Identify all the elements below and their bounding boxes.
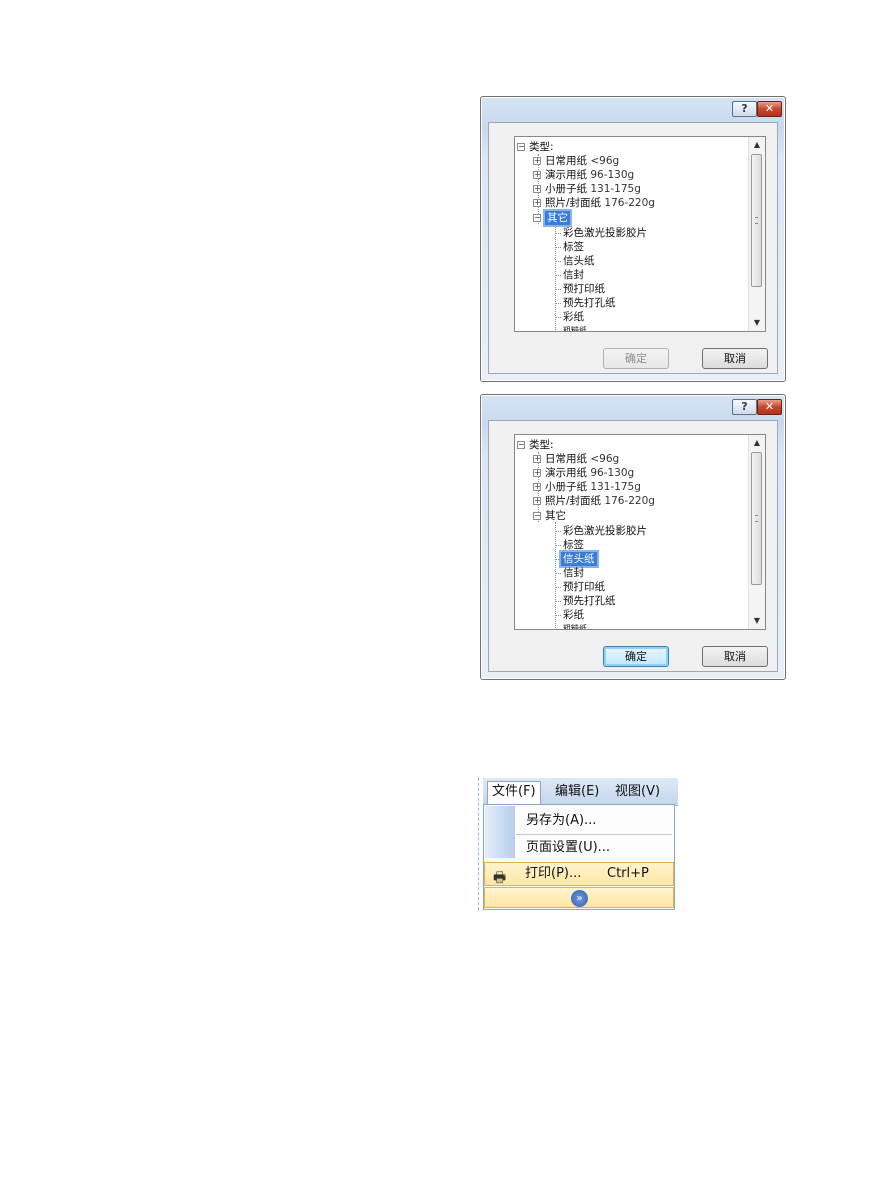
cancel-button[interactable]: 取消 bbox=[702, 348, 768, 369]
menu-view[interactable]: 视图(V) bbox=[611, 782, 664, 802]
scroll-down-icon[interactable]: ▼ bbox=[749, 315, 765, 331]
paper-type-name: 日常用纸 bbox=[545, 155, 587, 167]
scroll-up-icon[interactable]: ▲ bbox=[749, 435, 765, 451]
expand-icon[interactable]: + bbox=[533, 199, 541, 207]
paper-type-weight: <96g bbox=[590, 155, 620, 167]
tree-root-label: 类型: bbox=[529, 141, 554, 153]
collapse-icon[interactable]: − bbox=[533, 214, 541, 222]
title-bar: ? ✕ bbox=[481, 395, 785, 419]
ok-button[interactable]: 确定 bbox=[603, 646, 669, 667]
paper-type-name: 演示用纸 bbox=[545, 467, 587, 479]
cancel-button[interactable]: 取消 bbox=[702, 646, 768, 667]
paper-type-weight: 96-130g bbox=[590, 169, 635, 181]
menu-item-print-label: 打印(P)... bbox=[525, 866, 582, 881]
dialog-panel: − 类型: + 日常用纸 <96g + 演示用纸 96-130g + 小册子纸 … bbox=[488, 420, 778, 672]
paper-type-name: 演示用纸 bbox=[545, 169, 587, 181]
menu-separator bbox=[516, 834, 672, 835]
paper-type-weight: 176-220g bbox=[604, 495, 655, 507]
menu-item-page-setup[interactable]: 页面设置(U)... bbox=[526, 837, 610, 859]
file-dropdown: 另存为(A)... 页面设置(U)... 🖶 打印(P)... Ctrl+P » bbox=[483, 804, 675, 910]
menu-edge-divider bbox=[478, 778, 479, 910]
menu-item-print[interactable]: 🖶 打印(P)... Ctrl+P bbox=[484, 862, 674, 886]
paper-type-name: 日常用纸 bbox=[545, 453, 587, 465]
file-menu: 文件(F) 编辑(E) 视图(V) 另存为(A)... 页面设置(U)... 🖶… bbox=[483, 778, 678, 910]
scroll-up-icon[interactable]: ▲ bbox=[749, 137, 765, 153]
paper-type-name: 小册子纸 bbox=[545, 183, 587, 195]
collapse-icon[interactable]: − bbox=[533, 512, 541, 520]
paper-type-weight: 176-220g bbox=[604, 197, 655, 209]
paper-type-name: 照片/封面纸 bbox=[545, 197, 602, 209]
close-button[interactable]: ✕ bbox=[757, 101, 782, 117]
expand-icon[interactable]: + bbox=[533, 171, 541, 179]
print-shortcut: Ctrl+P bbox=[607, 866, 649, 881]
paper-type-dialog-1: ? ✕ − 类型: + 日常用纸 <96g + 演示用纸 96-130g + 小… bbox=[480, 96, 786, 382]
scroll-down-icon[interactable]: ▼ bbox=[749, 613, 765, 629]
paper-type-weight: 96-130g bbox=[590, 467, 635, 479]
paper-type-weight: 131-175g bbox=[590, 183, 641, 195]
tree-root-label: 类型: bbox=[529, 439, 554, 451]
help-button[interactable]: ? bbox=[732, 101, 757, 117]
paper-type-dialog-2: ? ✕ − 类型: + 日常用纸 <96g + 演示用纸 96-130g + 小… bbox=[480, 394, 786, 680]
dialog-panel: − 类型: + 日常用纸 <96g + 演示用纸 96-130g + 小册子纸 … bbox=[488, 122, 778, 374]
menu-edit[interactable]: 编辑(E) bbox=[551, 782, 603, 802]
paper-type-tree[interactable]: − 类型: + 日常用纸 <96g + 演示用纸 96-130g + 小册子纸 … bbox=[514, 136, 766, 332]
menu-icon-gutter bbox=[485, 806, 515, 858]
expand-icon[interactable]: + bbox=[533, 185, 541, 193]
tree-other-label-selected: 其它 bbox=[543, 209, 572, 227]
paper-type-weight: 131-175g bbox=[590, 481, 641, 493]
menu-item-save-as[interactable]: 另存为(A)... bbox=[526, 810, 596, 832]
paper-type-name: 照片/封面纸 bbox=[545, 495, 602, 507]
expand-icon[interactable]: + bbox=[533, 455, 541, 463]
paper-type-tree[interactable]: − 类型: + 日常用纸 <96g + 演示用纸 96-130g + 小册子纸 … bbox=[514, 434, 766, 630]
tree-scrollbar[interactable]: ▲ ▼ bbox=[748, 137, 765, 331]
paper-type-weight: <96g bbox=[590, 453, 620, 465]
menu-expand-more[interactable]: » bbox=[484, 887, 674, 908]
menu-file[interactable]: 文件(F) bbox=[487, 781, 541, 805]
expand-icon[interactable]: + bbox=[533, 469, 541, 477]
close-button[interactable]: ✕ bbox=[757, 399, 782, 415]
scroll-thumb[interactable] bbox=[751, 452, 762, 585]
ok-button[interactable]: 确定 bbox=[603, 348, 669, 369]
tree-other-label: 其它 bbox=[545, 510, 566, 522]
double-chevron-down-icon: » bbox=[571, 890, 588, 907]
scroll-thumb[interactable] bbox=[751, 154, 762, 287]
collapse-icon[interactable]: − bbox=[517, 143, 525, 151]
tree-scrollbar[interactable]: ▲ ▼ bbox=[748, 435, 765, 629]
title-bar: ? ✕ bbox=[481, 97, 785, 121]
collapse-icon[interactable]: − bbox=[517, 441, 525, 449]
paper-type-name: 小册子纸 bbox=[545, 481, 587, 493]
menu-bar: 文件(F) 编辑(E) 视图(V) bbox=[483, 778, 678, 806]
help-button[interactable]: ? bbox=[732, 399, 757, 415]
expand-icon[interactable]: + bbox=[533, 483, 541, 491]
expand-icon[interactable]: + bbox=[533, 157, 541, 165]
expand-icon[interactable]: + bbox=[533, 497, 541, 505]
